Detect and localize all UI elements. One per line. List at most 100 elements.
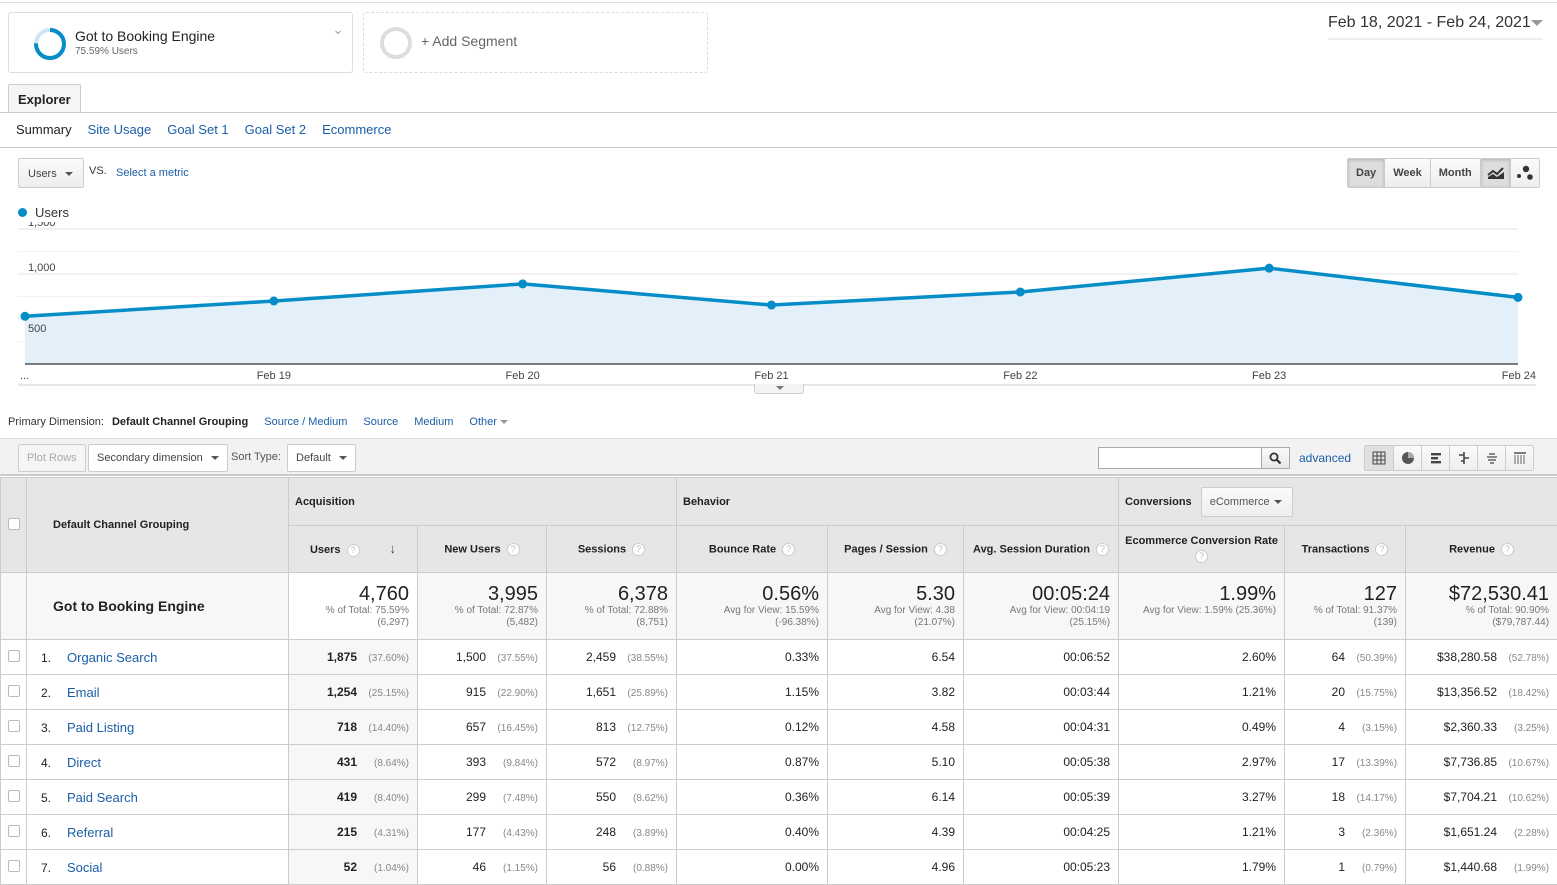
select-metric-link[interactable]: Select a metric: [116, 167, 189, 179]
segment-card[interactable]: Got to Booking Engine 75.59% Users ⌄: [8, 12, 353, 73]
line-chart-button[interactable]: [1481, 159, 1510, 187]
help-icon[interactable]: ?: [1096, 543, 1109, 556]
week-button[interactable]: Week: [1384, 159, 1430, 187]
conversions-dropdown-value: eCommerce: [1210, 496, 1270, 508]
percentage-view-button[interactable]: [1393, 446, 1421, 470]
col-new-users[interactable]: New Users?: [418, 526, 547, 573]
row-channel-link[interactable]: Paid Listing: [67, 720, 134, 735]
row-checkbox[interactable]: [8, 650, 20, 662]
row-channel-link[interactable]: Social: [67, 860, 102, 875]
secondary-dimension-dropdown[interactable]: Secondary dimension: [88, 444, 228, 472]
select-all-checkbox[interactable]: [8, 518, 20, 530]
chart-collapse-handle[interactable]: [754, 384, 804, 394]
sort-type-dropdown[interactable]: Default: [287, 444, 356, 472]
date-range-picker[interactable]: Feb 18, 2021 - Feb 24, 2021: [1328, 14, 1543, 40]
help-icon[interactable]: ?: [782, 543, 795, 556]
cell-new-users-value: 915: [466, 685, 486, 699]
row-channel-link[interactable]: Referral: [67, 825, 113, 840]
sort-type-value: Default: [296, 452, 331, 464]
help-icon[interactable]: ?: [1501, 543, 1514, 556]
row-checkbox[interactable]: [8, 825, 20, 837]
help-icon[interactable]: ?: [934, 543, 947, 556]
total-comparison-detail: (5,482): [418, 617, 538, 629]
advanced-filter-link[interactable]: advanced: [1299, 451, 1351, 465]
cell-transactions-percent: (14.17%): [1345, 793, 1397, 804]
row-checkbox-cell: [1, 675, 27, 710]
cell-transactions-percent: (0.79%): [1345, 863, 1397, 874]
search-button[interactable]: [1262, 447, 1290, 469]
help-icon[interactable]: ?: [507, 543, 520, 556]
row-checkbox[interactable]: [8, 685, 20, 697]
tab-explorer[interactable]: Explorer: [8, 84, 81, 113]
col-sessions[interactable]: Sessions?: [547, 526, 677, 573]
cell-revenue-percent: (3.25%): [1497, 723, 1549, 734]
col-pages-session[interactable]: Pages / Session?: [828, 526, 964, 573]
col-users[interactable]: Users?↓: [289, 526, 418, 573]
col-ecommerce-conversion-rate[interactable]: Ecommerce Conversion Rate?: [1119, 526, 1285, 573]
row-channel-link[interactable]: Paid Search: [67, 790, 138, 805]
subtab-ecommerce[interactable]: Ecommerce: [322, 122, 391, 137]
x-tick-label: Feb 19: [257, 370, 291, 382]
pivot-view-button[interactable]: [1505, 446, 1533, 470]
col-bounce-rate[interactable]: Bounce Rate?: [677, 526, 828, 573]
col-revenue[interactable]: Revenue?: [1406, 526, 1557, 573]
help-icon[interactable]: ?: [632, 543, 645, 556]
cell-sessions-percent: (3.89%): [616, 828, 668, 839]
row-checkbox[interactable]: [8, 755, 20, 767]
row-index: 4.: [41, 756, 67, 770]
plot-rows-button[interactable]: Plot Rows: [18, 444, 86, 472]
comparison-view-button[interactable]: [1449, 446, 1477, 470]
month-button[interactable]: Month: [1430, 159, 1480, 187]
motion-chart-button[interactable]: [1510, 159, 1539, 187]
row-channel-link[interactable]: Email: [67, 685, 100, 700]
dimension-other[interactable]: Other: [469, 416, 508, 428]
help-icon[interactable]: ?: [1375, 543, 1388, 556]
dimension-source[interactable]: Source: [363, 416, 398, 428]
total-value: 127: [1285, 583, 1397, 605]
x-tick-label: ...: [20, 370, 29, 382]
total-value: 3,995: [418, 583, 538, 605]
performance-view-button[interactable]: [1421, 446, 1449, 470]
cell-transactions-percent: (3.15%): [1345, 723, 1397, 734]
row-channel-link[interactable]: Direct: [67, 755, 101, 770]
data-view-button[interactable]: [1365, 446, 1393, 470]
table-search-input[interactable]: [1098, 447, 1262, 469]
cell-transactions-percent: (2.36%): [1345, 828, 1397, 839]
chevron-down-icon[interactable]: ⌄: [332, 21, 344, 38]
subtab-goal-set-1[interactable]: Goal Set 1: [167, 122, 228, 137]
row-checkbox[interactable]: [8, 790, 20, 802]
dimension-medium[interactable]: Medium: [414, 416, 453, 428]
cell-ecommerce-conversion-rate: 1.21%: [1119, 815, 1285, 850]
row-checkbox[interactable]: [8, 720, 20, 732]
row-checkbox[interactable]: [8, 860, 20, 872]
col-avg-session-duration[interactable]: Avg. Session Duration?: [964, 526, 1119, 573]
day-button[interactable]: Day: [1348, 159, 1384, 187]
cell-transactions: 17(13.39%): [1285, 745, 1406, 780]
cell-pages-session: 6.14: [828, 780, 964, 815]
cell-revenue: $1,651.24(2.28%): [1406, 815, 1557, 850]
cell-transactions-value: 20: [1332, 685, 1345, 699]
row-dimension: 3.Paid Listing: [27, 710, 289, 745]
total-value: 00:05:24: [964, 583, 1110, 605]
subtab-goal-set-2[interactable]: Goal Set 2: [245, 122, 306, 137]
conversions-dropdown[interactable]: eCommerce: [1201, 487, 1293, 517]
users-line-chart: 5001,0001,500...Feb 19Feb 20Feb 21Feb 22…: [0, 222, 1557, 397]
pivot-icon: [1513, 451, 1527, 465]
cell-revenue-value: $2,360.33: [1444, 720, 1497, 734]
sort-type-label: Sort Type:: [231, 451, 281, 463]
subtab-site-usage[interactable]: Site Usage: [88, 122, 152, 137]
col-transactions[interactable]: Transactions?: [1285, 526, 1406, 573]
subtabs-divider: [0, 147, 1557, 148]
cell-revenue: $2,360.33(3.25%): [1406, 710, 1557, 745]
help-icon[interactable]: ?: [1195, 550, 1208, 563]
add-segment-button[interactable]: + Add Segment: [363, 12, 708, 73]
term-cloud-view-button[interactable]: [1477, 446, 1505, 470]
help-icon[interactable]: ?: [347, 544, 360, 557]
data-point: [767, 301, 776, 310]
dimension-header[interactable]: Default Channel Grouping: [27, 478, 289, 573]
row-channel-link[interactable]: Organic Search: [67, 650, 157, 665]
cell-sessions-percent: (25.89%): [616, 688, 668, 699]
subtab-summary[interactable]: Summary: [16, 122, 72, 137]
dimension-source-medium[interactable]: Source / Medium: [264, 416, 347, 428]
metric-dropdown[interactable]: Users: [18, 158, 84, 188]
